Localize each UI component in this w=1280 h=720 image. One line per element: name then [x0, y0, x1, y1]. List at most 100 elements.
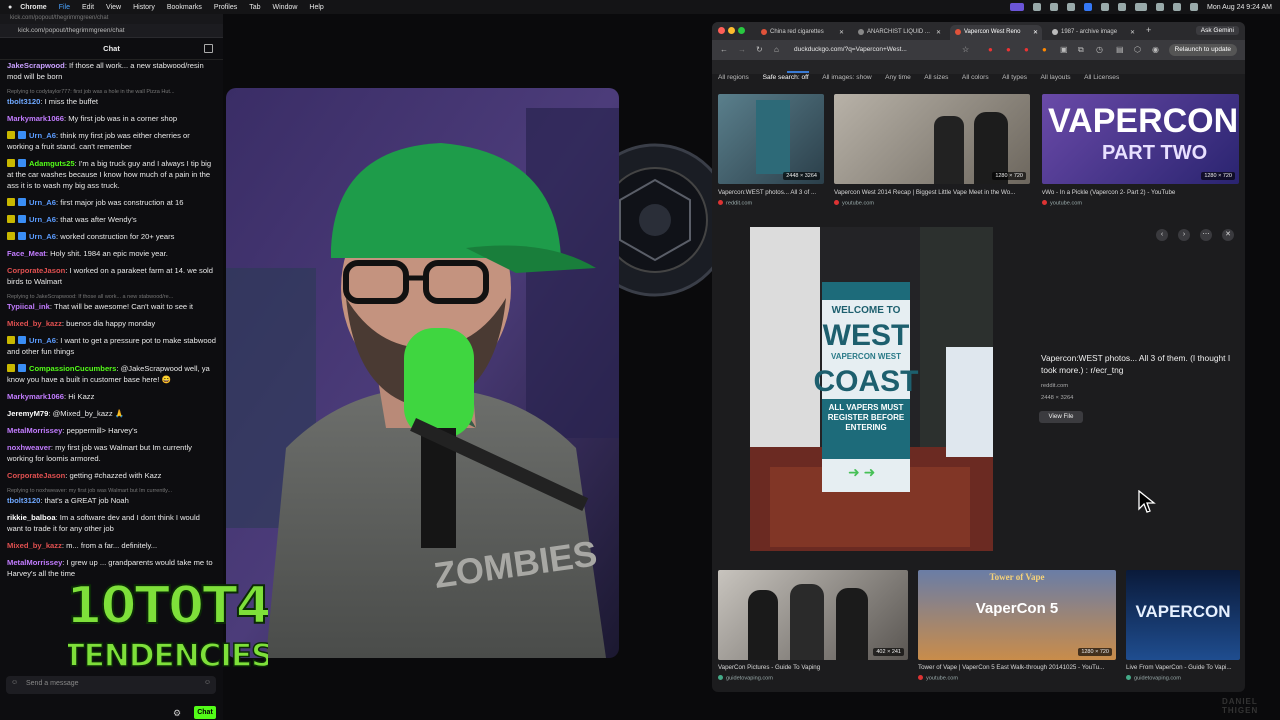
more-options-icon[interactable]: ⋯ [1200, 229, 1212, 241]
image-result[interactable]: 1280 × 720 [834, 94, 1030, 184]
gear-icon[interactable]: ⚙ [173, 708, 181, 719]
filter-type[interactable]: All types [1002, 74, 1027, 81]
chat-username[interactable]: Typiical_ink [7, 302, 50, 311]
chat-username[interactable]: Markymark1066 [7, 114, 64, 123]
image-source[interactable]: youtube.com [918, 675, 958, 682]
chat-username[interactable]: Urn_A6 [29, 131, 56, 140]
popout-icon[interactable] [204, 44, 213, 53]
maximize-window-button[interactable] [738, 27, 745, 34]
filter-license[interactable]: All Licenses [1084, 74, 1119, 81]
image-source[interactable]: reddit.com [718, 200, 752, 207]
chat-username[interactable]: Adamguts25 [29, 159, 75, 168]
menu-file[interactable]: File [59, 4, 70, 11]
chat-username[interactable]: MetalMorrissey [7, 558, 62, 567]
home-icon[interactable]: ⌂ [774, 45, 779, 54]
image-caption[interactable]: VaperCon Pictures - Guide To Vaping [718, 664, 908, 671]
chat-username[interactable]: Urn_A6 [29, 232, 56, 241]
chat-send-button[interactable]: Chat [194, 706, 216, 719]
chat-input[interactable]: ☺ Send a message ☺ [6, 676, 216, 694]
tab-anarchist-liquid[interactable]: ANARCHIST LIQUID ... ✕ [853, 25, 945, 40]
minimize-window-button[interactable] [728, 27, 735, 34]
status-icon[interactable] [1084, 3, 1092, 11]
chat-username[interactable]: Urn_A6 [29, 198, 56, 207]
profile-icon[interactable]: ◉ [1152, 45, 1159, 54]
search-icon[interactable] [1173, 3, 1181, 11]
chat-username[interactable]: noxhweaver [7, 443, 51, 452]
status-icon[interactable] [1010, 3, 1024, 11]
menu-profiles[interactable]: Profiles [214, 4, 237, 11]
image-source[interactable]: youtube.com [834, 200, 874, 207]
image-result[interactable]: VAPERCON [1126, 570, 1240, 660]
chat-username[interactable]: tbolt3120 [7, 496, 40, 505]
image-caption[interactable]: Tower of Vape | VaperCon 5 East Walk-thr… [918, 664, 1116, 671]
chat-username[interactable]: Mixed_by_kazz [7, 541, 62, 550]
menu-bookmarks[interactable]: Bookmarks [167, 4, 202, 11]
image-caption[interactable]: Vapercon West 2014 Recap | Biggest Littl… [834, 189, 1032, 196]
filter-regions[interactable]: All regions [718, 74, 749, 81]
status-icon[interactable] [1050, 3, 1058, 11]
status-icon[interactable] [1101, 3, 1109, 11]
extension-icon[interactable]: ⧉ [1078, 45, 1084, 55]
relaunch-button[interactable]: Relaunch to update [1168, 44, 1237, 56]
chat-username[interactable]: tbolt3120 [7, 97, 40, 106]
menu-history[interactable]: History [133, 4, 155, 11]
tab-close-icon[interactable]: ✕ [1130, 29, 1135, 36]
filter-time[interactable]: Any time [885, 74, 911, 81]
status-icon[interactable] [1033, 3, 1041, 11]
status-icon[interactable] [1118, 3, 1126, 11]
battery-icon[interactable] [1135, 3, 1147, 11]
menu-window[interactable]: Window [273, 4, 298, 11]
chat-username[interactable]: CompassionCucumbers [29, 364, 116, 373]
menu-edit[interactable]: Edit [82, 4, 94, 11]
image-source[interactable]: guidetovaping.com [718, 675, 773, 682]
chat-username[interactable]: JakeScrapwood [7, 61, 65, 70]
control-center-icon[interactable] [1190, 3, 1198, 11]
close-window-button[interactable] [718, 27, 725, 34]
previous-icon[interactable]: ‹ [1156, 229, 1168, 241]
chat-username[interactable]: Markymark1066 [7, 392, 64, 401]
chat-username[interactable]: JeremyM79 [7, 409, 48, 418]
next-icon[interactable]: › [1178, 229, 1190, 241]
chat-username[interactable]: Urn_A6 [29, 336, 56, 345]
new-tab-icon[interactable]: + [1146, 25, 1151, 35]
chat-username[interactable]: MetalMorrissey [7, 426, 62, 435]
image-caption[interactable]: Live From VaperCon - Guide To Vapi... [1126, 664, 1242, 671]
forward-icon[interactable]: → [738, 45, 746, 54]
image-source[interactable]: guidetovaping.com [1126, 675, 1181, 682]
chat-username[interactable]: CorporateJason [7, 266, 65, 275]
emote-picker-icon[interactable]: ☺ [204, 679, 211, 686]
chat-url[interactable]: kick.com/popout/thegrimmgreen/chat [0, 24, 223, 38]
tab-china-red[interactable]: China red cigarettes ✕ [756, 25, 848, 40]
image-result[interactable]: VAPERCON PART TWO 1280 × 720 [1042, 94, 1239, 184]
menu-clock[interactable]: Mon Aug 24 9:24 AM [1207, 4, 1272, 11]
back-icon[interactable]: ← [720, 45, 728, 54]
image-source[interactable]: youtube.com [1042, 200, 1082, 207]
chat-username[interactable]: rikkie_balboa [7, 513, 56, 522]
tab-close-icon[interactable]: ✕ [839, 29, 844, 36]
extension-icon[interactable]: ● [1042, 45, 1047, 54]
chat-username[interactable]: Urn_A6 [29, 215, 56, 224]
image-result[interactable]: Tower of Vape VaperCon 5 1280 × 720 [918, 570, 1116, 660]
tab-close-icon[interactable]: ✕ [936, 29, 941, 36]
menu-app-name[interactable]: Chrome [20, 4, 46, 11]
chat-username[interactable]: Mixed_by_kazz [7, 319, 62, 328]
bookmark-star-icon[interactable]: ☆ [962, 45, 969, 54]
tab-vapercon-west[interactable]: Vapercon West Reno ✕ [950, 25, 1042, 40]
image-caption[interactable]: vWo - In a Pickle (Vapercon 2- Part 2) -… [1042, 189, 1240, 196]
preview-source[interactable]: reddit.com [1041, 383, 1068, 389]
filter-safe-search[interactable]: Safe search: off [763, 74, 809, 81]
wifi-icon[interactable] [1156, 3, 1164, 11]
menu-tab[interactable]: Tab [249, 4, 260, 11]
status-icon[interactable] [1067, 3, 1075, 11]
tab-close-icon[interactable]: ✕ [1033, 29, 1038, 36]
tab-archive-image[interactable]: 1987 - archive image ✕ [1047, 25, 1139, 40]
preview-title[interactable]: Vapercon:WEST photos... All 3 of them. (… [1041, 352, 1231, 376]
ask-gemini-button[interactable]: Ask Gemini [1195, 26, 1239, 35]
chat-username[interactable]: Face_Meat [7, 249, 46, 258]
preview-image[interactable]: WELCOME TO WEST VAPERCON WEST COAST ALL … [750, 227, 993, 551]
extension-icon[interactable]: ◷ [1096, 45, 1103, 54]
menu-help[interactable]: Help [309, 4, 323, 11]
menu-view[interactable]: View [106, 4, 121, 11]
filter-size[interactable]: All sizes [924, 74, 948, 81]
chat-username[interactable]: CorporateJason [7, 471, 65, 480]
